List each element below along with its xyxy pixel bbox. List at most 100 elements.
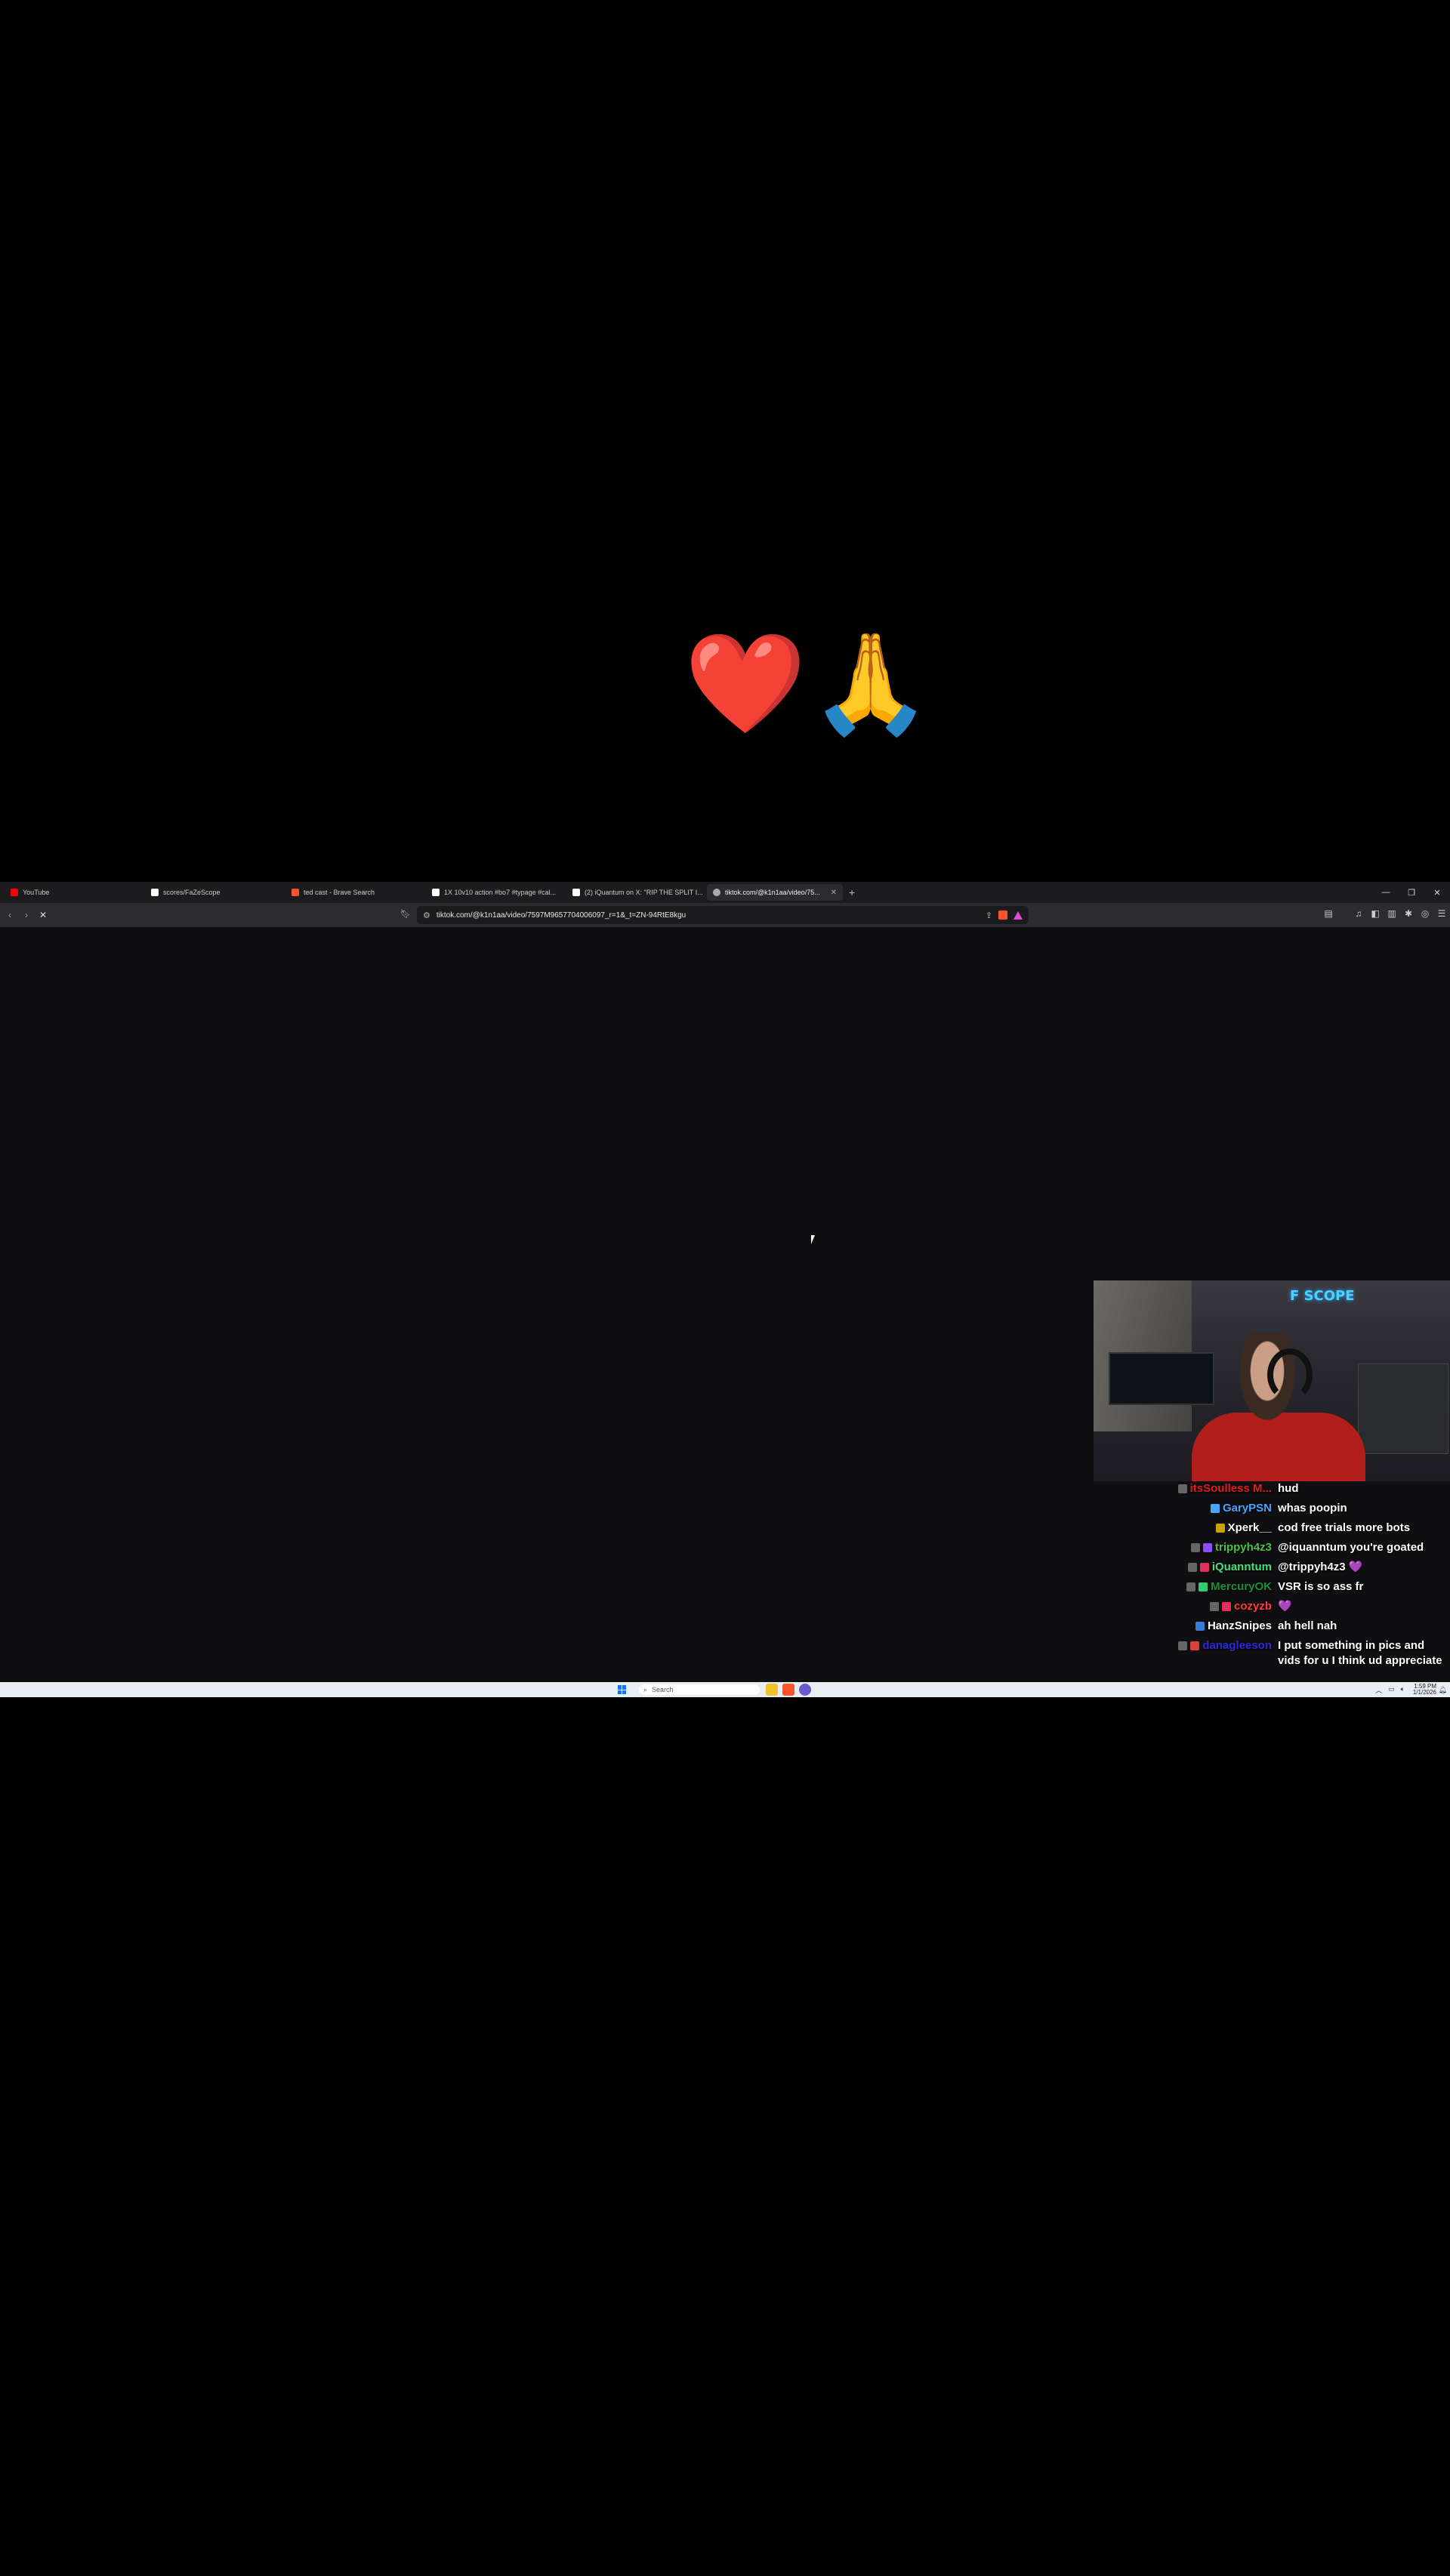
minimize-button[interactable]: — <box>1373 882 1399 903</box>
tiktok-icon <box>432 889 440 896</box>
network-icon[interactable]: ▭ <box>1388 1685 1395 1695</box>
chat-text: cod free trials more bots <box>1278 1521 1411 1534</box>
discord-icon[interactable] <box>799 1684 811 1696</box>
chat-text: @iquanntum you're goated <box>1278 1541 1424 1554</box>
chat-message: MercuryOK VSR is so ass fr <box>1133 1579 1450 1599</box>
headset-icon <box>1267 1348 1313 1401</box>
chat-username: MercuryOK <box>1211 1580 1272 1593</box>
taskbar-search[interactable]: ⌕ Search <box>639 1684 760 1695</box>
chat-badge-icon <box>1215 1524 1225 1533</box>
chat-badge-icon <box>1221 1602 1231 1611</box>
chat-badge-icon <box>1186 1582 1196 1592</box>
chat-username: trippyh4z3 <box>1214 1541 1272 1554</box>
search-placeholder: Search <box>652 1686 674 1693</box>
chat-message: danagleeson I put something in pics and … <box>1133 1638 1450 1675</box>
chat-message: trippyh4z3 @iquanntum you're goated <box>1133 1540 1450 1560</box>
extensions-icon[interactable]: ✱ <box>1403 908 1414 919</box>
tab-youtube[interactable]: YouTube <box>5 884 140 901</box>
taskbar-clock[interactable]: 1:59 PM 1/1/2026 <box>1413 1684 1436 1696</box>
chat-badge-icon <box>1177 1484 1187 1493</box>
share-icon[interactable]: ⇪ <box>986 911 992 920</box>
brave-rewards-icon[interactable] <box>1013 911 1023 920</box>
laughing-emoji-icon: 😂 <box>566 626 681 741</box>
chat-badge-icon <box>1195 1622 1205 1631</box>
praying-hands-emoji-icon: 🙏 <box>809 626 932 741</box>
chat-username: itsSoulless M... <box>1189 1482 1272 1495</box>
url-text[interactable]: tiktok.com/@k1n1aa/video/7597M9657704006… <box>437 911 980 920</box>
forward-button[interactable]: › <box>20 908 33 922</box>
restore-button[interactable]: ❐ <box>1399 882 1424 903</box>
streamer-webcam-overlay: F SCOPE <box>1094 1280 1450 1481</box>
top-black-area: 😂 ❤️ 🙏 <box>0 0 1450 882</box>
menu-icon[interactable]: ☰ <box>1436 908 1447 919</box>
chat-text: 💜 <box>1278 1600 1292 1613</box>
chat-message: iQuanntum @trippyh4z3 💜 <box>1133 1560 1450 1579</box>
loading-spinner-icon <box>713 889 720 896</box>
chat-username: Xperk__ <box>1227 1521 1272 1534</box>
youtube-icon <box>11 889 18 896</box>
close-window-button[interactable]: ✕ <box>1424 882 1450 903</box>
new-tab-button[interactable]: + <box>849 886 855 898</box>
chat-message: itsSoulless M... hud <box>1133 1481 1450 1501</box>
chat-message: GaryPSN whas poopin <box>1133 1501 1450 1521</box>
brave-browser-icon[interactable] <box>782 1684 794 1696</box>
notification-bell-icon[interactable]: 🔔︎ <box>1439 1686 1447 1694</box>
tab-search-icon[interactable]: ▥ <box>1387 908 1397 919</box>
chat-username: HanzSnipes <box>1207 1619 1272 1632</box>
back-button[interactable]: ‹ <box>3 908 17 922</box>
chat-text: I put something in pics and vids for u I… <box>1278 1639 1442 1667</box>
tab-tiktok-video-active[interactable]: tiktok.com/@k1n1aa/video/75... ✕ <box>707 884 843 901</box>
chat-badge-icon <box>1209 1602 1219 1611</box>
tab-tiktok-action[interactable]: 1X 10v10 action #bo7 #typage #cal... <box>426 884 562 901</box>
webcam-rack-bg <box>1358 1363 1448 1454</box>
site-settings-icon[interactable]: ⚙ <box>423 911 430 920</box>
sidebar-icon[interactable]: ◧ <box>1370 908 1381 919</box>
tab-strip: YouTube scores/FaZeScope ted cast - Brav… <box>0 882 1450 903</box>
tab-label: YouTube <box>23 889 50 896</box>
tab-label: scores/FaZeScope <box>163 889 221 896</box>
tray-expand-icon[interactable]: ︿ <box>1375 1685 1382 1695</box>
start-button-icon[interactable] <box>618 1685 627 1694</box>
streamer-head <box>1203 1333 1331 1481</box>
chat-message: cozyzb 💜 <box>1133 1599 1450 1619</box>
bookmark-icon[interactable]: 🔖︎ <box>400 909 411 919</box>
media-icon[interactable]: ♫ <box>1353 908 1364 919</box>
window-controls: — ❐ ✕ <box>1373 882 1450 903</box>
tab-label: ted cast - Brave Search <box>304 889 375 896</box>
windows-taskbar: ⌕ Search ︿ ▭ 🔈︎ 1:59 PM 1/1/2026 🔔︎ <box>0 1682 1450 1697</box>
tab-label: tiktok.com/@k1n1aa/video/75... <box>725 889 820 896</box>
tab-scores[interactable]: scores/FaZeScope <box>145 884 281 901</box>
volume-icon[interactable]: 🔈︎ <box>1401 1685 1405 1695</box>
chat-text: ah hell nah <box>1278 1619 1337 1632</box>
vpn-icon[interactable]: ◎ <box>1420 908 1430 919</box>
chat-text: hud <box>1278 1482 1299 1495</box>
tab-iquantum-x[interactable]: (2) iQuantum on X: "RIP THE SPLIT I... <box>566 884 702 901</box>
chat-badge-icon <box>1210 1504 1220 1513</box>
chat-badge-icon <box>1199 1582 1208 1592</box>
brave-shields-icon[interactable] <box>998 911 1007 920</box>
heart-emoji-icon: ❤️ <box>683 626 807 741</box>
emoji-row: 😂 ❤️ 🙏 <box>566 627 932 740</box>
file-explorer-icon[interactable] <box>766 1684 778 1696</box>
chat-username: GaryPSN <box>1222 1502 1272 1514</box>
stop-loading-button[interactable]: ✕ <box>36 908 50 922</box>
search-icon: ⌕ <box>643 1685 648 1693</box>
chat-message: HanzSnipes ah hell nah <box>1133 1619 1450 1638</box>
browser-toolbar: ‹ › ✕ 🔖︎ ⚙ tiktok.com/@k1n1aa/video/7597… <box>0 903 1450 927</box>
system-tray: ︿ ▭ 🔈︎ <box>1375 1685 1405 1695</box>
address-bar[interactable]: ⚙ tiktok.com/@k1n1aa/video/7597M96577040… <box>417 906 1029 924</box>
chat-text: @trippyh4z3 💜 <box>1278 1561 1363 1573</box>
chat-username: danagleeson <box>1202 1639 1272 1652</box>
stream-chat-overlay: itsSoulless M... hud GaryPSN whas poopin… <box>1133 1481 1450 1670</box>
chat-badge-icon <box>1202 1543 1212 1552</box>
webcam-monitor-bg <box>1109 1352 1214 1405</box>
chat-username: cozyzb <box>1233 1600 1272 1613</box>
reader-mode-icon[interactable]: ▤ <box>1323 908 1334 919</box>
x-logo-icon <box>151 889 159 896</box>
chat-badge-icon <box>1199 1563 1209 1572</box>
tab-close-icon[interactable]: ✕ <box>831 889 837 897</box>
tab-brave-search[interactable]: ted cast - Brave Search <box>285 884 421 901</box>
tab-label: (2) iQuantum on X: "RIP THE SPLIT I... <box>585 889 702 896</box>
tab-label: 1X 10v10 action #bo7 #typage #cal... <box>444 889 557 896</box>
toolbar-right-icons: ▤ ♫ ◧ ▥ ✱ ◎ ☰ <box>1323 908 1447 919</box>
